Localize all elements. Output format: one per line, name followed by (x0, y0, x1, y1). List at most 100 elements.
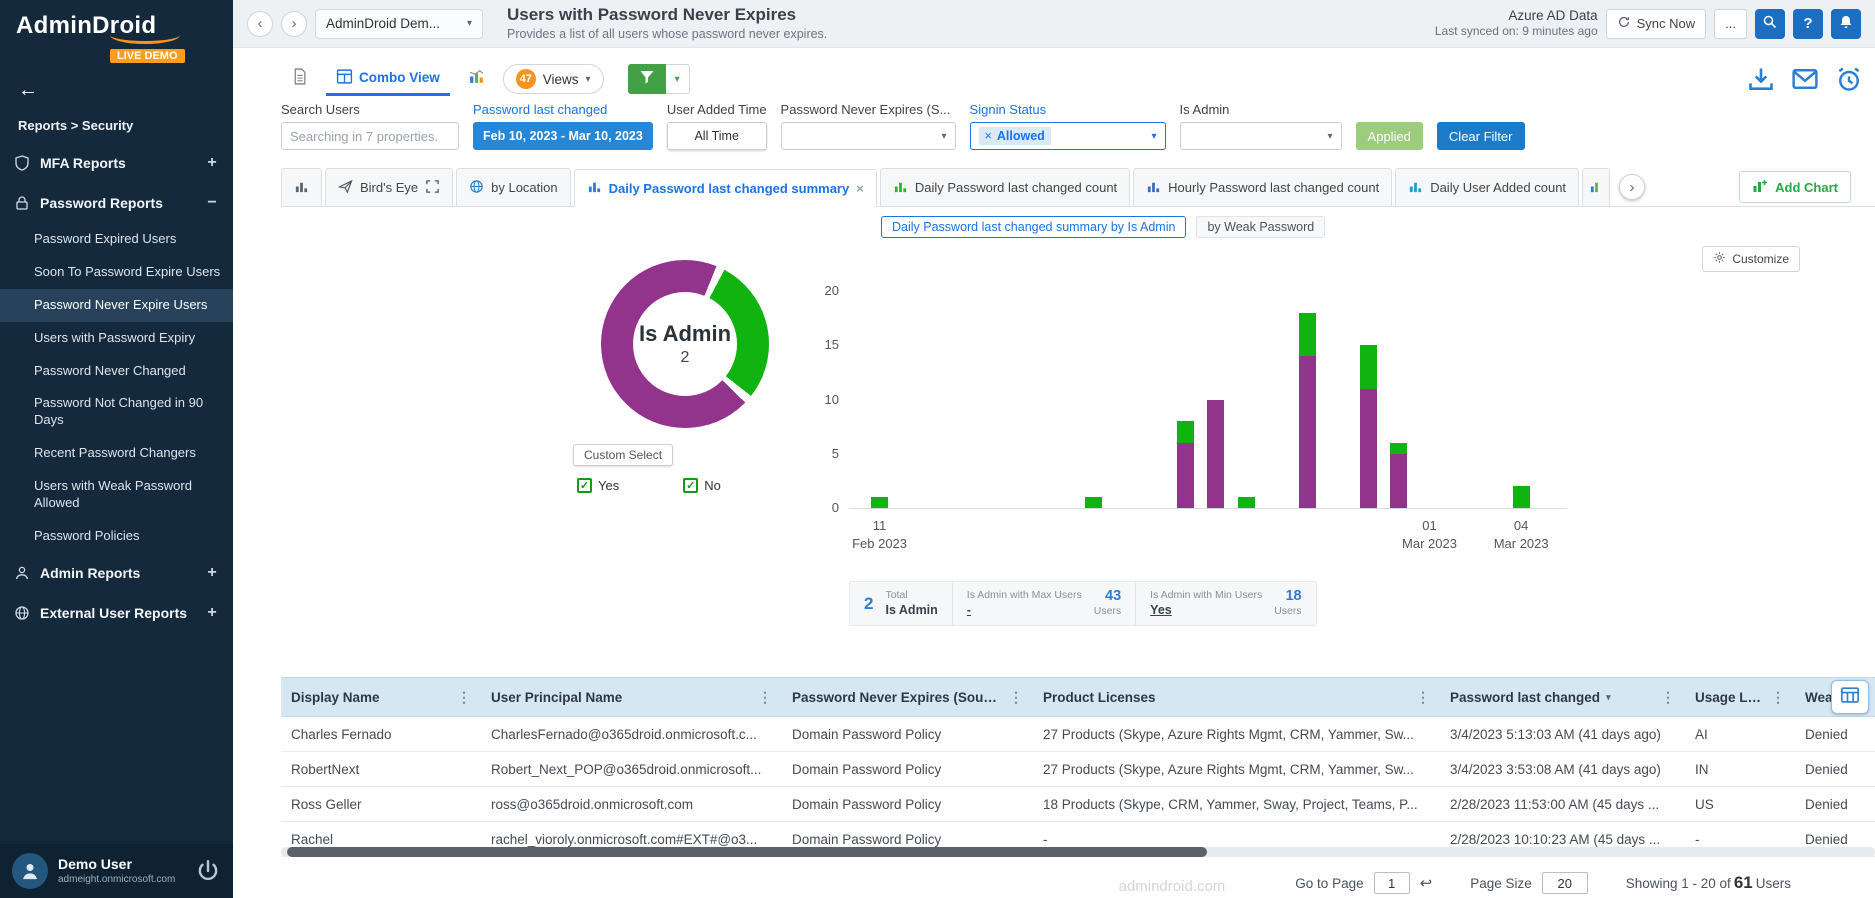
global-search-button[interactable] (1755, 9, 1785, 39)
date-range-button[interactable]: Feb 10, 2023 - Mar 10, 2023 (473, 122, 653, 150)
checkbox-checked-icon[interactable]: ✓ (577, 478, 592, 493)
add-chart-button[interactable]: Add Chart (1739, 171, 1851, 203)
remove-chip-icon[interactable]: × (985, 129, 992, 143)
nav-back-button[interactable]: ‹ (247, 11, 273, 37)
legend-item-yes[interactable]: ✓ Yes (577, 478, 619, 493)
sidebar-item-soon-to-password-expire-users[interactable]: Soon To Password Expire Users (0, 256, 233, 289)
column-header-password-never-expires-source[interactable]: Password Never Expires (Source)⋮ (782, 678, 1033, 716)
tab-hourly-password-count[interactable]: Hourly Password last changed count (1133, 168, 1392, 206)
tabs-scroll-right-button[interactable]: › (1619, 174, 1645, 200)
tab-combo-view[interactable]: Combo View (326, 62, 450, 96)
column-menu-icon[interactable]: ⋮ (1763, 689, 1785, 706)
download-button[interactable] (1747, 65, 1775, 93)
is-admin-select[interactable]: ▾ (1180, 122, 1342, 150)
tab-birds-eye[interactable]: Bird's Eye (325, 168, 453, 206)
tab-daily-user-added-count[interactable]: Daily User Added count (1395, 168, 1579, 206)
subtab-by-weak-password[interactable]: by Weak Password (1196, 216, 1325, 238)
sidebar-section-mfa-reports[interactable]: MFA Reports + (0, 143, 233, 183)
column-menu-icon[interactable]: ⋮ (449, 689, 471, 706)
table-row[interactable]: Ross Geller ross@o365droid.onmicrosoft.c… (281, 787, 1875, 822)
section-label: Admin Reports (40, 565, 140, 581)
sidebar-item-password-policies[interactable]: Password Policies (0, 520, 233, 553)
column-label: Display Name (291, 690, 380, 705)
column-menu-icon[interactable]: ⋮ (1001, 689, 1023, 706)
sidebar-section-external-user-reports[interactable]: External User Reports + (0, 593, 233, 633)
column-menu-icon[interactable]: ⋮ (1653, 689, 1675, 706)
table-row[interactable]: RobertNext Robert_Next_POP@o365droid.onm… (281, 752, 1875, 787)
help-button[interactable]: ? (1793, 9, 1823, 39)
minus-icon[interactable]: − (205, 194, 219, 212)
sidebar-section-password-reports[interactable]: Password Reports − (0, 183, 233, 223)
table-settings-button[interactable] (1831, 680, 1869, 714)
donut-ring[interactable]: Is Admin 2 (601, 260, 769, 428)
email-button[interactable] (1791, 65, 1819, 93)
nav-forward-button[interactable]: › (281, 11, 307, 37)
return-arrow-icon[interactable]: ↩ (1420, 874, 1433, 892)
sidebar-item-password-never-expire-users[interactable]: Password Never Expire Users (0, 289, 233, 322)
more-options-button[interactable]: ... (1714, 9, 1747, 39)
sidebar-item-users-weak-password-allowed[interactable]: Users with Weak Password Allowed (0, 470, 233, 520)
plus-icon[interactable]: + (205, 604, 219, 622)
password-never-expires-select[interactable]: ▾ (781, 122, 956, 150)
column-header-product-licenses[interactable]: Product Licenses⋮ (1033, 678, 1440, 716)
column-menu-icon[interactable]: ⋮ (1408, 689, 1430, 706)
cell-password-last-changed: 3/4/2023 3:53:08 AM (41 days ago) (1440, 752, 1685, 787)
horizontal-scrollbar[interactable] (281, 847, 1875, 857)
plus-icon[interactable]: + (205, 154, 219, 172)
notifications-button[interactable] (1831, 9, 1861, 39)
sidebar-item-users-with-password-expiry[interactable]: Users with Password Expiry (0, 322, 233, 355)
go-to-page-input[interactable] (1374, 872, 1410, 894)
stat-link[interactable]: Yes (1150, 602, 1262, 618)
tab-partial[interactable] (1582, 168, 1610, 206)
applied-button[interactable]: Applied (1356, 122, 1423, 150)
report-view-button[interactable] (281, 62, 318, 96)
chart-view-button[interactable] (458, 62, 495, 96)
expand-icon[interactable] (425, 179, 440, 197)
column-header-usage-location[interactable]: Usage Location⋮ (1685, 678, 1795, 716)
tab-charts-home[interactable] (281, 168, 322, 206)
sidebar-item-recent-password-changers[interactable]: Recent Password Changers (0, 437, 233, 470)
views-dropdown[interactable]: 47 Views ▾ (503, 64, 604, 94)
stats-bar: 2 Total Is Admin Is Admin with Max Users… (849, 581, 1317, 626)
legend-item-no[interactable]: ✓ No (683, 478, 721, 493)
tenant-selector[interactable]: AdminDroid Dem... ▾ (315, 9, 483, 39)
tab-by-location[interactable]: by Location (456, 168, 571, 206)
subtab-by-is-admin[interactable]: Daily Password last changed summary by I… (881, 216, 1186, 238)
checkbox-checked-icon[interactable]: ✓ (683, 478, 698, 493)
filter-button[interactable] (628, 64, 666, 94)
all-time-button[interactable]: All Time (667, 122, 767, 150)
sync-now-button[interactable]: Sync Now (1606, 9, 1707, 39)
column-header-user-principal-name[interactable]: User Principal Name⋮ (481, 678, 782, 716)
tab-daily-password-summary[interactable]: Daily Password last changed summary × (574, 169, 877, 207)
stat-link[interactable]: - (967, 602, 1082, 618)
filter-dropdown-button[interactable]: ▾ (666, 64, 690, 94)
close-icon[interactable]: × (856, 181, 864, 196)
cell-display-name: Charles Fernado (281, 717, 481, 752)
page-size-input[interactable] (1542, 872, 1588, 894)
tab-daily-password-count[interactable]: Daily Password last changed count (880, 168, 1130, 206)
signin-status-select[interactable]: ×Allowed ▾ (970, 122, 1166, 150)
column-menu-icon[interactable]: ⋮ (750, 689, 772, 706)
power-icon[interactable] (195, 858, 221, 884)
column-header-password-last-changed[interactable]: Password last changed▾⋮ (1440, 678, 1685, 716)
sidebar-item-password-never-changed[interactable]: Password Never Changed (0, 355, 233, 388)
sidebar-item-password-not-changed-90-days[interactable]: Password Not Changed in 90 Days (0, 387, 233, 437)
schedule-button[interactable] (1835, 65, 1863, 93)
cell-usage-location: AI (1685, 717, 1795, 752)
sidebar-section-admin-reports[interactable]: Admin Reports + (0, 553, 233, 593)
chevron-down-icon: ▾ (675, 74, 680, 85)
scrollbar-thumb[interactable] (287, 847, 1207, 857)
clear-filter-button[interactable]: Clear Filter (1437, 122, 1525, 150)
plus-icon[interactable]: + (205, 564, 219, 582)
app-logo[interactable]: AdminDroid LIVE DEMO (0, 0, 233, 64)
section-label: External User Reports (40, 605, 187, 621)
app: AdminDroid LIVE DEMO ← Reports > Securit… (0, 0, 1875, 898)
custom-select-button[interactable]: Custom Select (573, 444, 673, 466)
column-header-display-name[interactable]: Display Name ⋮ (281, 678, 481, 716)
sort-descending-icon[interactable]: ▾ (1606, 692, 1611, 703)
table-row[interactable]: Charles Fernado CharlesFernado@o365droid… (281, 717, 1875, 752)
sidebar-item-password-expired-users[interactable]: Password Expired Users (0, 223, 233, 256)
search-users-input[interactable] (281, 122, 459, 150)
back-arrow-icon[interactable]: ← (0, 64, 233, 102)
customize-button[interactable]: Customize (1702, 246, 1800, 272)
